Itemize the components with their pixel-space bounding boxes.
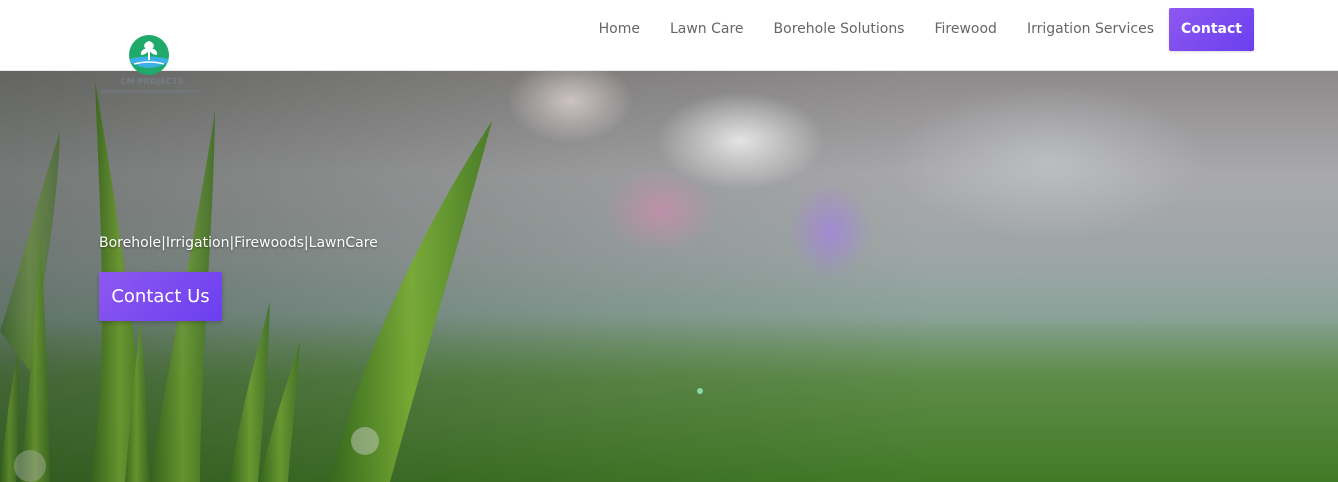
logo-text: CM PROJECTS [120, 77, 184, 86]
contact-us-button[interactable]: Contact Us [99, 272, 222, 321]
nav-item-borehole-solutions[interactable]: Borehole Solutions [759, 8, 920, 51]
main-nav: Home Lawn Care Borehole Solutions Firewo… [584, 8, 1254, 51]
hero-tagline: Borehole|Irrigation|Firewoods|LawnCare [99, 235, 378, 251]
hero-section: Borehole|Irrigation|Firewoods|LawnCare C… [0, 71, 1338, 482]
tree-water-logo-icon [129, 35, 169, 75]
logo-tagline-line [100, 90, 200, 93]
nav-item-firewood[interactable]: Firewood [919, 8, 1011, 51]
nav-item-home[interactable]: Home [584, 8, 655, 51]
nav-contact-button[interactable]: Contact [1169, 8, 1254, 51]
nav-item-irrigation-services[interactable]: Irrigation Services [1012, 8, 1169, 51]
site-logo[interactable]: CM PROJECTS [96, 34, 208, 100]
page: Home Lawn Care Borehole Solutions Firewo… [0, 0, 1338, 482]
nav-item-lawn-care[interactable]: Lawn Care [655, 8, 759, 51]
